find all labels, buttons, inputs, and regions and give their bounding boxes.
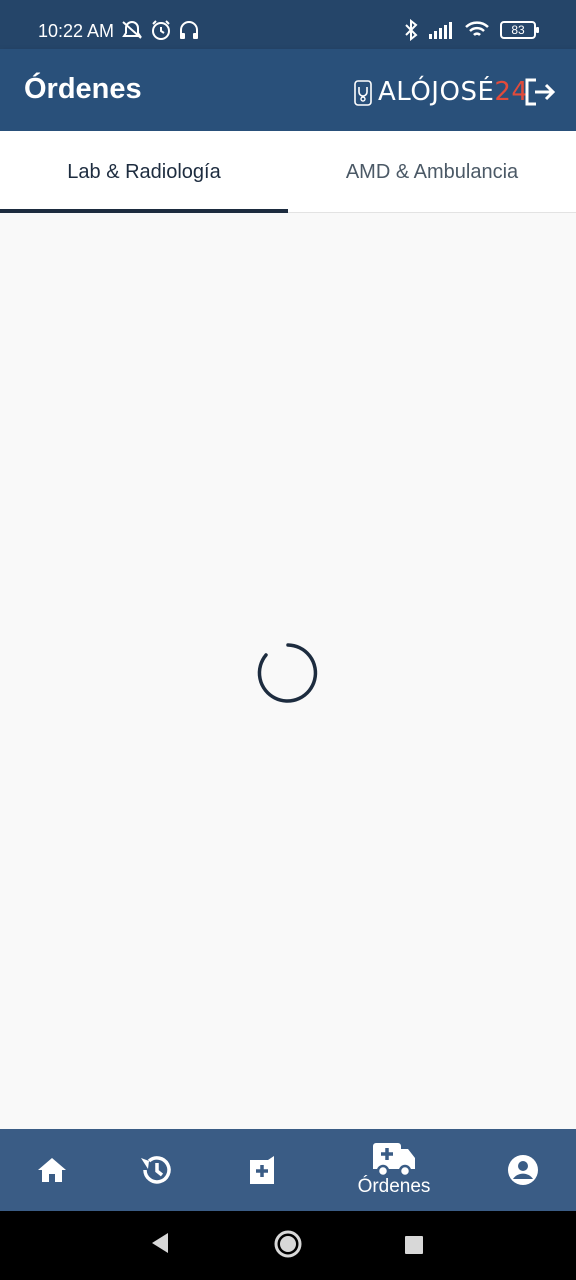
brand-stethoscope-icon: [354, 80, 372, 106]
loading-spinner-icon: [257, 643, 318, 703]
tab-amd-ambulancia[interactable]: AMD & Ambulancia: [288, 131, 576, 213]
bottom-nav: Órdenes: [0, 1129, 576, 1211]
brand-name: ALÓJOSÉ: [378, 77, 495, 107]
history-icon: [141, 1156, 171, 1184]
nav-pharmacy[interactable]: [222, 1129, 302, 1211]
home-circle-icon[interactable]: [272, 1228, 304, 1260]
logout-icon[interactable]: [522, 75, 556, 109]
bluetooth-icon: [405, 19, 418, 41]
page-title: Órdenes: [24, 73, 142, 105]
wifi-icon: [465, 21, 489, 36]
status-left-icons: [120, 19, 200, 41]
tab-bar: Lab & Radiología AMD & Ambulancia: [0, 131, 576, 213]
nav-orders-label: Órdenes: [357, 1176, 431, 1197]
brand-text: ALÓJOSÉ24: [378, 77, 528, 107]
profile-icon: [508, 1155, 538, 1185]
status-bar: 10:22 AM 83: [0, 0, 576, 49]
nav-history[interactable]: [117, 1129, 197, 1211]
brand-logo: ALÓJOSÉ24: [354, 75, 528, 109]
headset-icon: [180, 21, 198, 39]
recents-icon[interactable]: [404, 1235, 424, 1255]
status-time: 10:22 AM: [38, 21, 115, 41]
system-nav-bar: [0, 1211, 576, 1280]
nav-home[interactable]: [12, 1129, 92, 1211]
ambulance-icon: [373, 1143, 415, 1178]
alarm-icon: [152, 20, 170, 40]
back-icon[interactable]: [148, 1229, 170, 1257]
pharmacy-icon: [250, 1156, 274, 1184]
nav-orders[interactable]: Órdenes: [349, 1129, 439, 1211]
orders-content: [0, 213, 576, 1129]
app-bar: Órdenes ALÓJOSÉ24: [0, 49, 576, 131]
home-icon: [38, 1158, 66, 1182]
battery-icon: 83: [500, 21, 539, 39]
signal-icon: [429, 22, 452, 39]
nav-profile[interactable]: [483, 1129, 563, 1211]
status-right-icons: 83: [404, 19, 539, 41]
mute-icon: [122, 20, 142, 39]
tab-lab-radiologia[interactable]: Lab & Radiología: [0, 131, 288, 213]
